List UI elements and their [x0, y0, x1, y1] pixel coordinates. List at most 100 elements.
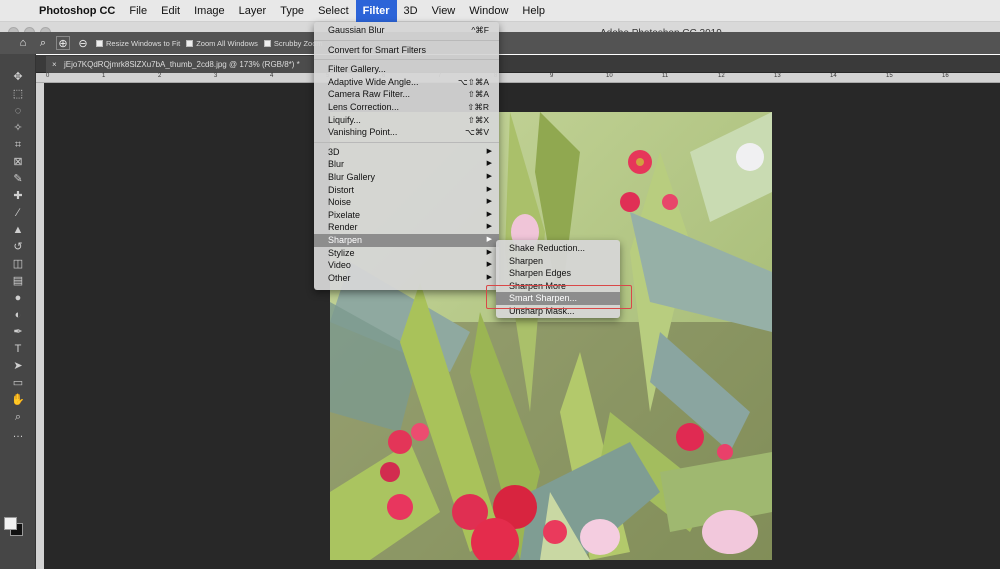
- menu-view[interactable]: View: [425, 0, 463, 22]
- submenu-item-sharpen-edges[interactable]: Sharpen Edges: [496, 267, 620, 280]
- ruler-tick-label: 15: [886, 73, 893, 79]
- menu-separator: [314, 39, 499, 41]
- submenu-arrow-icon: ▶: [486, 210, 492, 218]
- ruler-tick-label: 0: [46, 73, 50, 79]
- zoom-icon[interactable]: ⌕: [10, 410, 26, 424]
- frame-icon[interactable]: ⊠: [10, 155, 26, 169]
- more-tools-icon[interactable]: …: [10, 427, 26, 441]
- ruler-tick-label: 2: [158, 73, 162, 79]
- checkbox-icon: [96, 39, 103, 47]
- menu-separator: [314, 141, 499, 143]
- menu-help[interactable]: Help: [515, 0, 552, 22]
- submenu-arrow-icon: ▶: [486, 261, 492, 269]
- zoom-in-icon[interactable]: ⊕: [56, 36, 70, 50]
- menu-item-distort[interactable]: Distort ▶: [314, 184, 499, 197]
- ruler-tick-label: 13: [774, 73, 781, 79]
- menu-layer[interactable]: Layer: [232, 0, 274, 22]
- menu-item-liquify[interactable]: Liquify... ⇧⌘X: [314, 114, 499, 127]
- lasso-icon[interactable]: ◌: [10, 104, 26, 118]
- blur-tool-icon[interactable]: ●: [10, 291, 26, 305]
- menu-image[interactable]: Image: [187, 0, 232, 22]
- hand-icon[interactable]: ✋: [10, 393, 26, 407]
- history-brush-icon[interactable]: ↺: [10, 240, 26, 254]
- menu-item-blur-gallery[interactable]: Blur Gallery ▶: [314, 171, 499, 184]
- menu-item-filter-gallery[interactable]: Filter Gallery...: [314, 63, 499, 76]
- zoom-tool-preset-icon[interactable]: ⌕: [36, 36, 50, 50]
- menu-type[interactable]: Type: [273, 0, 311, 22]
- menu-item-convert-smart-filters[interactable]: Convert for Smart Filters: [314, 44, 499, 57]
- stamp-icon[interactable]: ▲: [10, 223, 26, 237]
- dodge-icon[interactable]: ◐: [10, 308, 26, 322]
- menu-item-shortcut: ^⌘F: [471, 25, 489, 35]
- submenu-item-shake-reduction[interactable]: Shake Reduction...: [496, 242, 620, 255]
- menu-item-other[interactable]: Other ▶: [314, 272, 499, 285]
- ruler-tick-label: 14: [830, 73, 837, 79]
- menu-item-noise[interactable]: Noise ▶: [314, 196, 499, 209]
- menu-item-pixelate[interactable]: Pixelate ▶: [314, 209, 499, 222]
- gradient-icon[interactable]: ▤: [10, 274, 26, 288]
- menu-edit[interactable]: Edit: [154, 0, 187, 22]
- menu-item-adaptive-wide-angle[interactable]: Adaptive Wide Angle... ⌥⇧⌘A: [314, 76, 499, 89]
- close-tab-icon[interactable]: ×: [52, 56, 57, 73]
- healing-icon[interactable]: ✚: [10, 189, 26, 203]
- menu-item-gaussian-blur[interactable]: Gaussian Blur ^⌘F: [314, 24, 499, 37]
- path-select-icon[interactable]: ➤: [10, 359, 26, 373]
- shape-icon[interactable]: ▭: [10, 376, 26, 390]
- menu-item-stylize[interactable]: Stylize ▶: [314, 247, 499, 260]
- menu-item-label: Vanishing Point...: [328, 127, 398, 138]
- menu-3d[interactable]: 3D: [397, 0, 425, 22]
- menu-file[interactable]: File: [122, 0, 154, 22]
- filter-menu: Gaussian Blur ^⌘F Convert for Smart Filt…: [314, 22, 499, 290]
- menu-item-label: Render: [328, 222, 358, 233]
- resize-windows-checkbox[interactable]: Resize Windows to Fit: [96, 39, 180, 48]
- home-icon[interactable]: ⌂: [16, 36, 30, 50]
- submenu-arrow-icon: ▶: [486, 198, 492, 206]
- menu-item-label: Camera Raw Filter...: [328, 89, 411, 100]
- menu-photoshop[interactable]: Photoshop CC: [32, 0, 122, 22]
- menu-filter[interactable]: Filter: [355, 0, 397, 22]
- document-tab-label: jEjo7KQdRQjmrk8SlZXu7bA_thumb_2cd8.jpg @…: [64, 60, 300, 69]
- ruler-tick-label: 1: [102, 73, 106, 79]
- menu-item-label: Filter Gallery...: [328, 64, 386, 75]
- menu-item-lens-correction[interactable]: Lens Correction... ⇧⌘R: [314, 101, 499, 114]
- menu-item-shortcut: ⌥⌘V: [465, 127, 489, 138]
- type-icon[interactable]: T: [10, 342, 26, 356]
- menu-item-label: Other: [328, 272, 351, 283]
- ruler-tick-label: 16: [942, 73, 949, 79]
- menu-item-vanishing-point[interactable]: Vanishing Point... ⌥⌘V: [314, 126, 499, 139]
- vertical-ruler: [36, 83, 44, 569]
- marquee-icon[interactable]: ⬚: [10, 87, 26, 101]
- checkbox-icon: [263, 39, 271, 47]
- move-icon[interactable]: ✥: [10, 70, 26, 84]
- menu-item-video[interactable]: Video ▶: [314, 259, 499, 272]
- submenu-arrow-icon: ▶: [486, 172, 492, 180]
- ruler-tick-label: 12: [718, 73, 725, 79]
- menu-window[interactable]: Window: [462, 0, 515, 22]
- magic-wand-icon[interactable]: ✧: [10, 121, 26, 135]
- pen-icon[interactable]: ✒: [10, 325, 26, 339]
- zoom-out-icon[interactable]: ⊖: [76, 36, 90, 50]
- eraser-icon[interactable]: ◫: [10, 257, 26, 271]
- eyedropper-icon[interactable]: ✎: [10, 172, 26, 186]
- foreground-color-swatch[interactable]: [4, 517, 17, 530]
- ruler-tick-label: 4: [270, 73, 274, 79]
- zoom-all-windows-label: Zoom All Windows: [196, 38, 258, 48]
- menu-item-label: Adaptive Wide Angle...: [328, 76, 419, 87]
- menu-item-3d[interactable]: 3D ▶: [314, 146, 499, 159]
- zoom-all-windows-checkbox[interactable]: Zoom All Windows: [186, 39, 258, 48]
- brush-icon[interactable]: ∕: [10, 206, 26, 220]
- menu-item-blur[interactable]: Blur ▶: [314, 158, 499, 171]
- menu-item-camera-raw-filter[interactable]: Camera Raw Filter... ⇧⌘A: [314, 88, 499, 101]
- menu-item-render[interactable]: Render ▶: [314, 221, 499, 234]
- document-tab[interactable]: × jEjo7KQdRQjmrk8SlZXu7bA_thumb_2cd8.jpg…: [46, 56, 336, 73]
- submenu-item-sharpen[interactable]: Sharpen: [496, 255, 620, 268]
- menu-item-label: Liquify...: [328, 114, 361, 125]
- menu-item-label: Blur Gallery: [328, 171, 376, 182]
- crop-icon[interactable]: ⌗: [10, 138, 26, 152]
- menu-item-shortcut: ⌥⇧⌘A: [457, 76, 489, 87]
- menu-select[interactable]: Select: [311, 0, 356, 22]
- submenu-item-label: Sharpen: [509, 255, 544, 266]
- menu-item-shortcut: ⇧⌘X: [467, 114, 489, 125]
- submenu-item-label: Shake Reduction...: [509, 243, 586, 253]
- menu-item-sharpen[interactable]: Sharpen ▶: [314, 233, 499, 247]
